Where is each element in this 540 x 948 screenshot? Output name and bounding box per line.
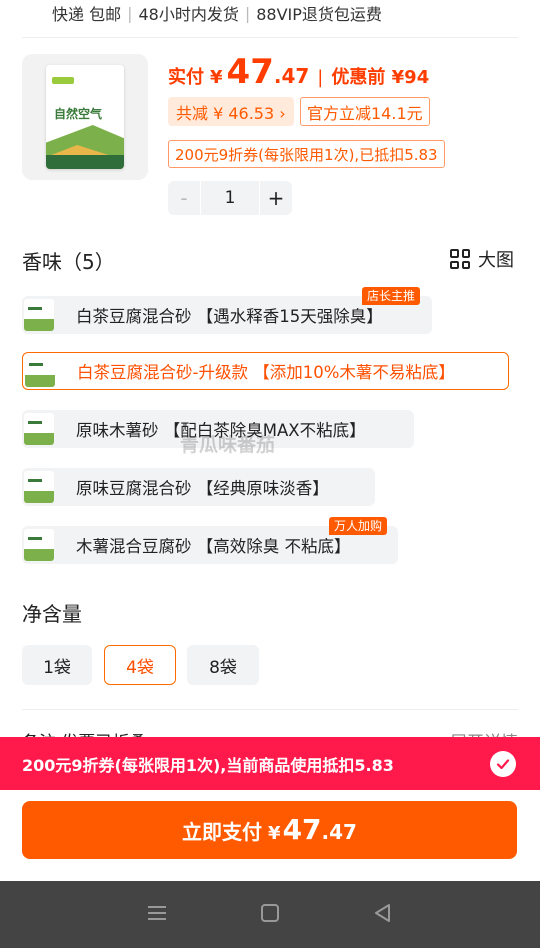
scent-thumb-icon [24,471,54,503]
pay-price-integer: 47 [282,813,322,846]
scent-section-title: 香味（5） [22,250,115,274]
scent-thumb-icon [25,355,55,387]
pay-now-button[interactable]: 立即支付 ¥ 47 .47 [22,801,517,859]
tag-return: 88VIP退货包运费 [256,5,382,24]
scent-option-label: 原味豆腐混合砂 【经典原味淡香】 [76,479,329,498]
pay-currency: ¥ [268,823,281,844]
original-price: 优惠前 ¥94 [331,67,430,88]
check-icon[interactable] [490,751,516,777]
big-view-label: 大图 [478,250,514,271]
scent-thumb-icon [24,299,54,331]
pay-button-label: 立即支付 [182,820,263,844]
coupon-applied-badge[interactable]: 200元9折券(每张限用1次),已抵扣5.83 [168,140,445,168]
home-square-icon[interactable] [259,902,281,928]
product-bag-image: 自然空气 [46,65,124,169]
tag-separator: | [244,3,251,23]
tag-shipping: 快递 包邮 [52,5,122,24]
product-image[interactable]: 自然空气 [22,54,148,180]
price-separator: | [317,67,324,88]
net-option[interactable]: 1袋 [22,645,92,685]
price-decimal: .47 [273,64,310,88]
total-discount-link[interactable]: 共减 ¥ 46.53 › [168,97,294,126]
bag-name: 自然空气 [54,107,103,121]
price-line: 实付 ¥ 47 .47 | 优惠前 ¥94 [168,52,429,92]
back-triangle-icon[interactable] [372,902,394,928]
net-section-title: 净含量 [22,602,82,626]
scent-option-label: 原味木薯砂 【配白茶除臭MAX不粘底】 [76,421,366,440]
price-integer: 47 [226,52,274,92]
big-view-toggle[interactable]: 大图 [450,246,514,272]
decrease-button[interactable]: - [168,186,200,210]
scent-option-selected[interactable]: 白茶豆腐混合砂-升级款 【添加10%木薯不易粘底】 [22,352,509,390]
service-tags: 快递 包邮 | 48小时内发货 | 88VIP退货包运费 [52,0,382,26]
divider [22,37,518,38]
scent-option-label: 白茶豆腐混合砂-升级款 【添加10%木薯不易粘底】 [77,363,455,382]
net-option-selected[interactable]: 4袋 [104,645,176,685]
increase-button[interactable]: + [260,186,292,210]
tag-dispatch: 48小时内发货 [138,5,239,24]
system-nav-bar [0,881,540,948]
price-label: 实付 [168,67,204,88]
grid-icon [450,249,470,269]
quantity-stepper: - 1 + [168,181,292,215]
scent-thumb-icon [24,529,54,561]
coupon-bar[interactable]: 200元9折券(每张限用1次),当前商品使用抵扣5.83 [0,737,540,790]
scent-option[interactable]: 原味木薯砂 【配白茶除臭MAX不粘底】 [22,410,414,448]
divider [22,709,518,710]
coupon-bar-text: 200元9折券(每张限用1次),当前商品使用抵扣5.83 [22,755,394,775]
currency-symbol: ¥ [210,67,223,88]
pay-area: 立即支付 ¥ 47 .47 [0,790,540,881]
pay-price-decimal: .47 [321,820,357,844]
scent-option-label: 白茶豆腐混合砂 【遇水释香15天强除臭】 [76,307,383,326]
popular-badge: 万人加购 [329,517,388,535]
menu-icon[interactable] [146,902,168,928]
scent-thumb-icon [24,413,54,445]
scent-option-label: 木薯混合豆腐砂 【高效除臭 不粘底】 [76,537,351,556]
official-discount-badge: 官方立减14.1元 [300,97,430,126]
quantity-value[interactable]: 1 [200,181,260,215]
net-option[interactable]: 8袋 [187,645,259,685]
scent-option[interactable]: 原味豆腐混合砂 【经典原味淡香】 [22,468,375,506]
store-recommend-badge: 店长主推 [362,287,421,305]
tag-separator: | [127,3,133,23]
